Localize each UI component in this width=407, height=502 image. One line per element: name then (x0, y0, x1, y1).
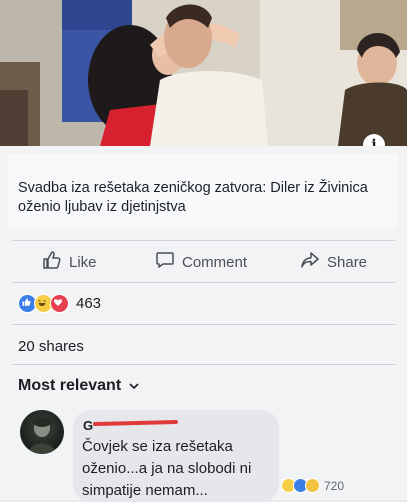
comment-bubble-icon (155, 250, 175, 274)
shares-count[interactable]: 20 shares (18, 338, 84, 355)
share-button[interactable]: Share (300, 244, 367, 280)
comment-sort-label: Most relevant (18, 377, 122, 394)
sad-icon (305, 478, 320, 493)
comment-reactions-count: 720 (324, 478, 345, 493)
comment-reactions[interactable]: 720 (281, 478, 344, 493)
love-icon (50, 293, 69, 313)
post-photo-illustration (0, 0, 407, 146)
share-label: Share (327, 253, 368, 271)
reactions-summary[interactable]: 463 (18, 293, 101, 313)
reactions-count: 463 (76, 294, 102, 312)
divider (12, 324, 395, 325)
divider (12, 240, 395, 241)
like-button[interactable]: Like (42, 244, 97, 280)
comment-label: Comment (182, 253, 248, 271)
divider (12, 282, 395, 283)
action-bar: Like Comment Share (0, 244, 407, 280)
chevron-down-icon (129, 377, 139, 395)
post-photo[interactable] (0, 0, 407, 146)
avatar[interactable] (20, 410, 64, 454)
comment-author[interactable]: G (83, 418, 93, 433)
post-headline[interactable]: Svadba iza rešetaka zeničkog zatvora: Di… (18, 179, 378, 217)
like-label: Like (69, 253, 97, 271)
divider (12, 364, 395, 365)
comment-sort-dropdown[interactable]: Most relevant (18, 377, 139, 395)
thumbs-up-icon (42, 250, 62, 274)
comment-button[interactable]: Comment (155, 244, 247, 280)
share-arrow-icon (300, 250, 320, 274)
comment-text: Čovjek se iza rešetaka oženio...a ja na … (82, 438, 252, 499)
